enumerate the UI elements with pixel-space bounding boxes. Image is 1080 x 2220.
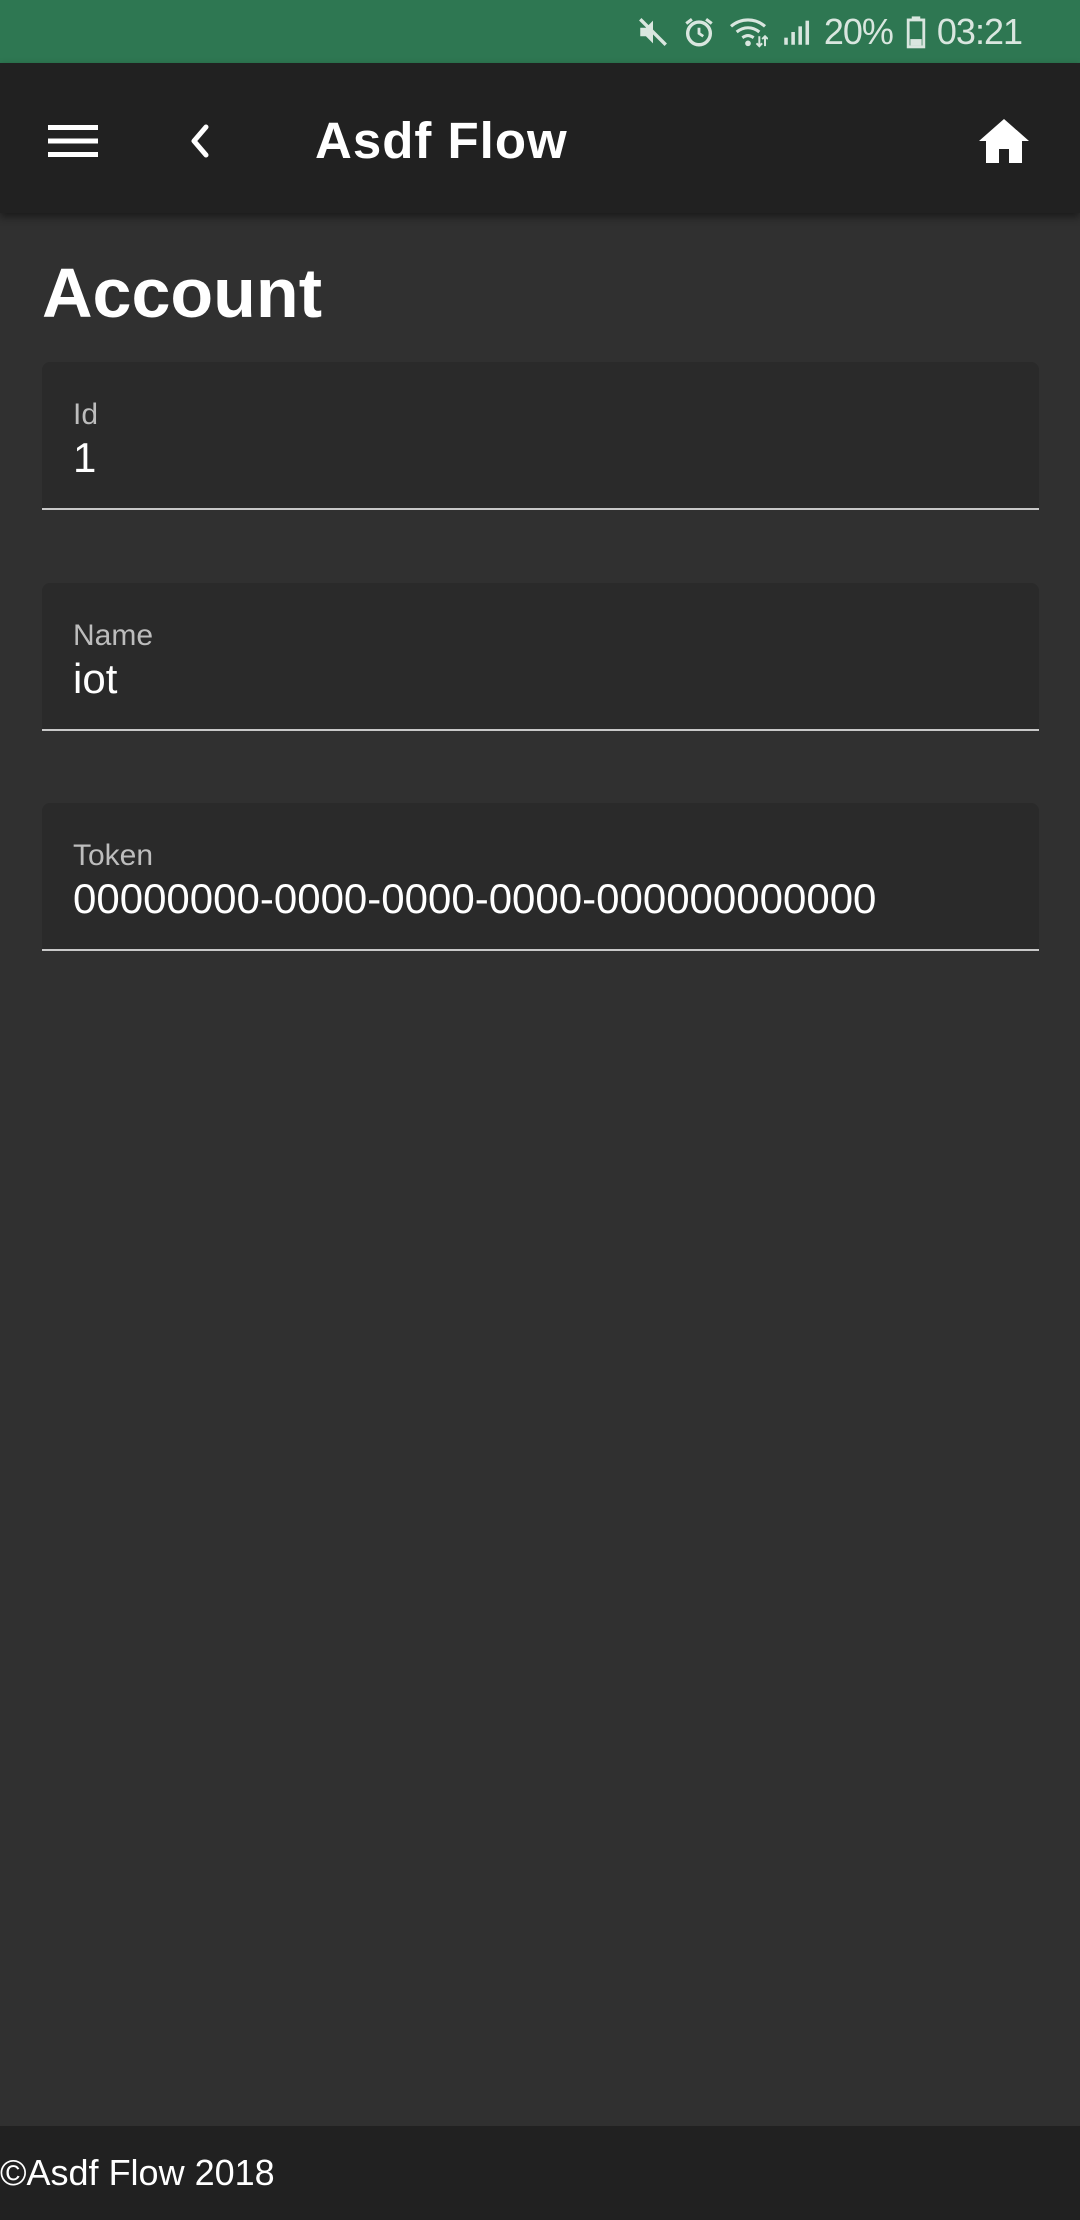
menu-button[interactable]: [38, 106, 108, 176]
id-field-label: Id: [73, 398, 99, 431]
app-title: Asdf Flow: [315, 112, 568, 169]
chevron-left-icon: [191, 124, 209, 158]
status-bar: 20% 03:21: [0, 0, 1080, 63]
token-input[interactable]: [73, 875, 1013, 923]
status-time: 03:21: [936, 10, 1023, 52]
name-field[interactable]: Name: [42, 583, 1039, 731]
menu-icon: [48, 125, 98, 157]
signal-icon: [780, 15, 814, 49]
mute-icon: [636, 15, 670, 49]
battery-icon: [905, 15, 927, 49]
name-input[interactable]: [73, 655, 1013, 703]
home-button[interactable]: [966, 103, 1042, 179]
token-field[interactable]: Token: [42, 803, 1039, 951]
wifi-icon: [728, 15, 768, 49]
footer: ©Asdf Flow 2018: [0, 2126, 1080, 2220]
battery-percent: 20%: [823, 10, 894, 52]
id-field[interactable]: Id: [42, 362, 1039, 510]
id-input[interactable]: [73, 434, 1013, 482]
home-icon: [979, 119, 1029, 163]
footer-copyright: ©Asdf Flow 2018: [0, 2152, 275, 2193]
app-bar: Asdf Flow: [0, 63, 1080, 213]
name-field-label: Name: [73, 619, 154, 652]
back-button[interactable]: [165, 106, 235, 176]
page-title: Account: [42, 254, 322, 332]
alarm-icon: [682, 15, 716, 49]
token-field-label: Token: [73, 839, 154, 872]
